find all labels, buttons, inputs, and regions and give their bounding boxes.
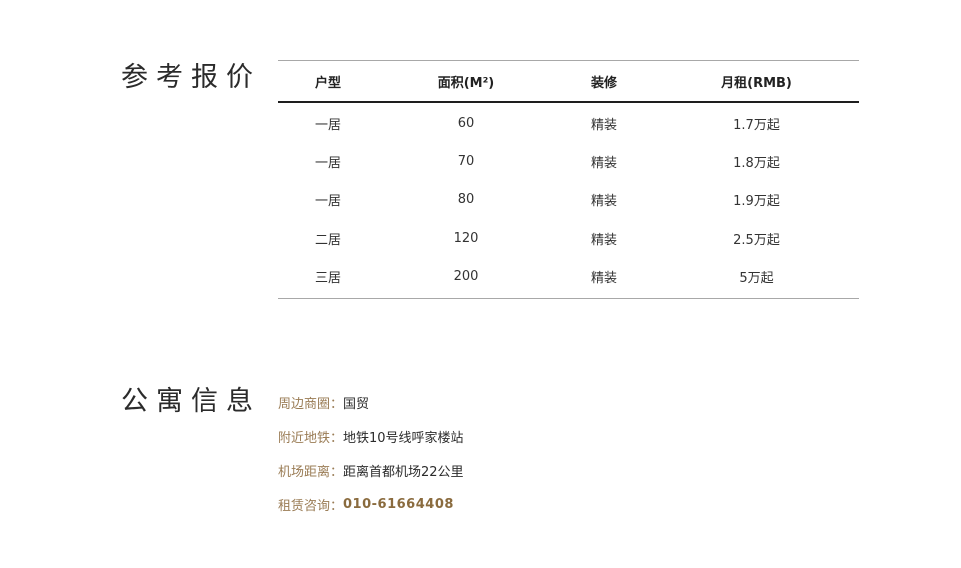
cell-area: 120 (453, 230, 479, 246)
cell-monthly-rent: 1.9万起 (733, 194, 780, 210)
cell-area: 60 (457, 115, 475, 131)
info-label: 附近地铁： (278, 430, 344, 446)
table-row: 一居 70 精装 1.8万起 (278, 142, 859, 180)
cell-monthly-rent: 5万起 (739, 271, 774, 287)
cell-unit-type: 一居 (314, 156, 341, 172)
cell-decoration: 精装 (590, 156, 617, 172)
cell-area: 70 (457, 154, 475, 170)
cell-monthly-rent: 1.8万起 (733, 156, 780, 172)
header-monthly-rent: 月租(RMB) (721, 75, 792, 91)
cell-monthly-rent: 1.7万起 (733, 117, 780, 133)
header-decoration: 装修 (590, 75, 617, 91)
price-section-title: 参考报价 (121, 62, 261, 93)
cell-unit-type: 三居 (314, 271, 341, 287)
header-area: 面积(M²) (437, 75, 495, 91)
cell-area: 200 (453, 269, 479, 285)
cell-decoration: 精装 (590, 194, 617, 210)
apartment-info-list: 周边商圈： 国贸 附近地铁： 地铁10号线呼家楼站 机场距离： 距离首都机场22… (278, 385, 464, 521)
price-table-body: 一居 60 精装 1.7万起 一居 70 精装 1.8万起 一居 80 精装 1… (278, 103, 859, 298)
info-item-subway: 附近地铁： 地铁10号线呼家楼站 (278, 419, 464, 453)
info-value: 国贸 (343, 396, 370, 412)
cell-monthly-rent: 2.5万起 (733, 232, 780, 248)
table-row: 一居 80 精装 1.9万起 (278, 181, 859, 219)
info-item-rental-consult: 租赁咨询： 010-61664408 (278, 487, 464, 521)
cell-unit-type: 一居 (314, 117, 341, 133)
cell-unit-type: 二居 (314, 232, 341, 248)
cell-unit-type: 一居 (314, 194, 341, 210)
price-table: 户型 面积(M²) 装修 月租(RMB) 一居 60 精装 1.7万起 一居 7… (278, 60, 859, 299)
info-value: 地铁10号线呼家楼站 (343, 430, 464, 446)
info-section-title: 公寓信息 (121, 386, 261, 417)
info-item-business-district: 周边商圈： 国贸 (278, 385, 464, 419)
info-label: 租赁咨询： (278, 498, 344, 514)
info-label: 机场距离： (278, 464, 344, 480)
cell-decoration: 精装 (590, 117, 617, 133)
cell-decoration: 精装 (590, 271, 617, 287)
cell-area: 80 (457, 192, 475, 208)
header-unit-type: 户型 (314, 75, 341, 91)
table-row: 三居 200 精装 5万起 (278, 258, 859, 296)
cell-decoration: 精装 (590, 232, 617, 248)
info-label: 周边商圈： (278, 396, 344, 412)
table-row: 一居 60 精装 1.7万起 (278, 104, 859, 142)
info-value: 距离首都机场22公里 (343, 464, 464, 480)
phone-number[interactable]: 010-61664408 (343, 497, 454, 512)
table-row: 二居 120 精装 2.5万起 (278, 219, 859, 257)
info-item-airport-distance: 机场距离： 距离首都机场22公里 (278, 453, 464, 487)
price-table-header: 户型 面积(M²) 装修 月租(RMB) (278, 61, 859, 103)
